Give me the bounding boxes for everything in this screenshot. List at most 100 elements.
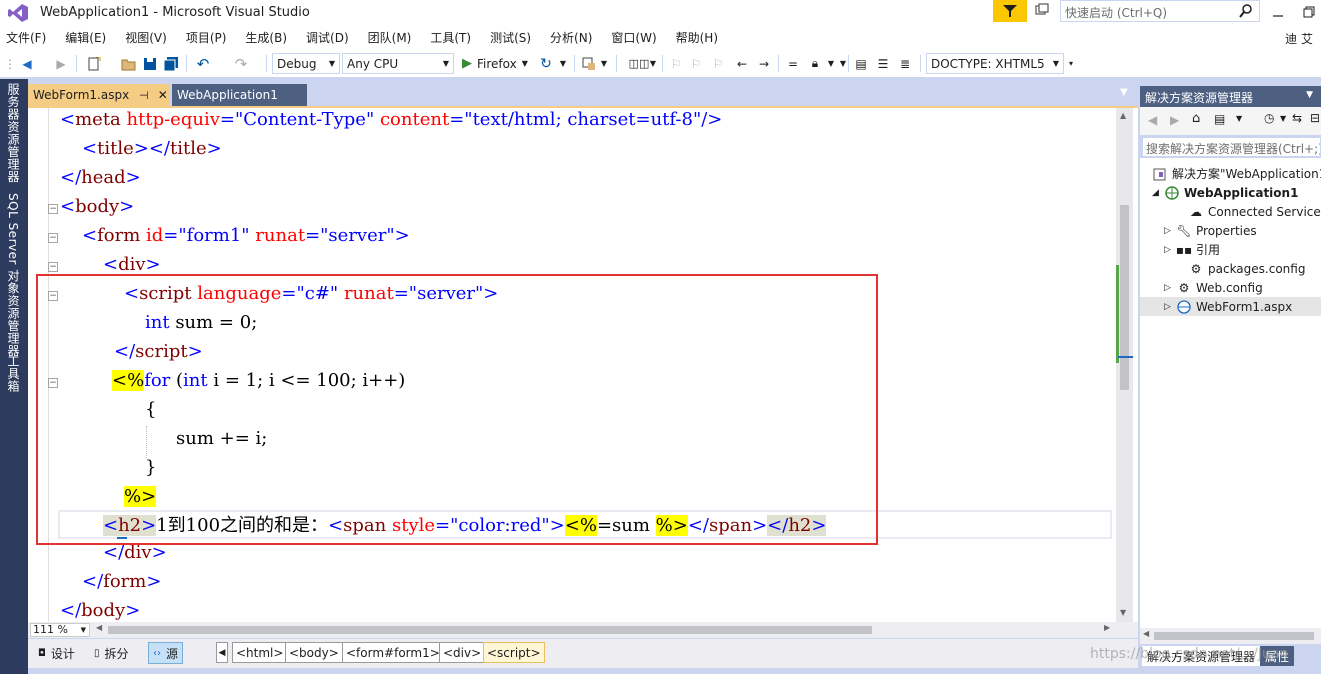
scrollbar-thumb[interactable] [1120, 205, 1129, 390]
menu-analyze[interactable]: 分析(N) [550, 29, 592, 46]
outline-icon[interactable]: ☰ [876, 54, 890, 73]
menu-test[interactable]: 测试(S) [490, 29, 531, 46]
save-icon[interactable] [142, 54, 158, 73]
server-explorer-tab[interactable]: 服务器资源管理器 [5, 83, 22, 183]
expanded-arrow-icon[interactable]: ◢ [1152, 188, 1164, 198]
refresh-icon[interactable]: ↻ [538, 54, 554, 73]
minimize-icon[interactable] [1270, 4, 1286, 20]
tree-node-properties[interactable]: ▷ 🔧︎ Properties [1164, 221, 1257, 240]
scrollbar-thumb[interactable] [1154, 632, 1314, 640]
collapse-icon[interactable]: − [48, 262, 58, 272]
platform-dropdown[interactable]: Any CPU ▼ [342, 53, 454, 74]
solution-config-dropdown[interactable]: Debug ▼ [272, 53, 340, 74]
menu-edit[interactable]: 编辑(E) [65, 29, 106, 46]
tab-list-dropdown-icon[interactable]: ▼ [1120, 87, 1128, 98]
chevron-down-icon[interactable]: ▼ [598, 54, 610, 73]
tree-node-packages-config[interactable]: ⚙ packages.config [1176, 259, 1306, 278]
redo-icon[interactable]: ↷ [232, 54, 250, 73]
scroll-left-icon[interactable]: ◀ [1143, 629, 1149, 638]
tab-webapplication1[interactable]: WebApplication1 [172, 84, 307, 106]
bookmark-icon[interactable]: ⚐ [668, 54, 684, 73]
save-all-icon[interactable] [162, 54, 180, 73]
format-document-icon[interactable]: = [786, 54, 800, 73]
new-project-icon[interactable] [84, 54, 104, 73]
collapse-icon[interactable]: − [48, 204, 58, 214]
menu-window[interactable]: 窗口(W) [611, 29, 656, 46]
navigate-back-icon[interactable]: ← [734, 54, 750, 73]
page-icon[interactable]: ▤ [854, 54, 868, 73]
sql-server-explorer-tab[interactable]: SQL Server 对象资源管理器 [5, 193, 22, 357]
scroll-up-icon[interactable]: ▲ [1120, 111, 1126, 120]
breadcrumb-html[interactable]: <html> [232, 642, 288, 663]
notification-icon[interactable] [1034, 3, 1050, 19]
collapse-all-icon[interactable]: ⊟ [1310, 111, 1320, 125]
breadcrumb-div[interactable]: <div> [439, 642, 486, 663]
chevron-down-icon[interactable]: ▼ [1236, 114, 1242, 123]
breadcrumb-body[interactable]: <body> [285, 642, 343, 663]
open-file-icon[interactable] [120, 54, 138, 73]
back-icon[interactable]: ◀ [1148, 113, 1157, 127]
close-icon[interactable]: ✕ [158, 88, 168, 102]
collapsed-arrow-icon[interactable]: ▷ [1164, 283, 1176, 293]
home-icon[interactable]: ⌂ [1192, 111, 1200, 126]
bookmark-next-icon[interactable]: ⚐ [710, 54, 726, 73]
lock-icon[interactable]: 🔒︎ [808, 54, 822, 73]
design-view-button[interactable]: ◘ 设计 [34, 642, 79, 664]
tree-node-web-config[interactable]: ▷ ⚙ Web.config [1164, 278, 1263, 297]
editor-vertical-scrollbar[interactable]: ▲ ▼ [1116, 108, 1133, 622]
menu-view[interactable]: 视图(V) [125, 29, 167, 46]
scroll-left-icon[interactable]: ◀ [96, 623, 102, 632]
zoom-dropdown[interactable]: 111 % ▼ [30, 623, 90, 637]
tree-node-webform1[interactable]: ▷ WebForm1.aspx [1140, 297, 1321, 316]
chevron-down-icon[interactable]: ▼ [1280, 114, 1286, 123]
collapsed-arrow-icon[interactable]: ▷ [1164, 302, 1176, 312]
undo-icon[interactable]: ↶ [192, 54, 214, 73]
horizontal-scrollbar-thumb[interactable] [108, 626, 872, 634]
pending-changes-icon[interactable]: ◷ [1264, 111, 1274, 125]
menu-team[interactable]: 团队(M) [368, 29, 412, 46]
chevron-down-icon[interactable]: ▼ [558, 54, 568, 73]
doctype-dropdown[interactable]: DOCTYPE: XHTML5 ▼ [926, 53, 1064, 74]
breadcrumb-form[interactable]: <form#form1> [342, 642, 444, 663]
scroll-down-icon[interactable]: ▼ [1120, 608, 1126, 617]
tree-node-project[interactable]: ◢ WebApplication1 [1152, 183, 1298, 202]
forward-icon[interactable]: ▶ [52, 54, 70, 73]
toolbox-tab[interactable]: 工具箱 [5, 355, 22, 393]
user-account[interactable]: 迪 艾 [1285, 30, 1313, 47]
collapsed-arrow-icon[interactable]: ▷ [1164, 226, 1176, 236]
menu-project[interactable]: 项目(P) [186, 29, 227, 46]
tree-node-connected-services[interactable]: ☁ Connected Services [1176, 202, 1321, 221]
chevron-down-icon[interactable]: ▼ [826, 54, 836, 73]
source-view-button[interactable]: ‹› 源 [148, 642, 184, 664]
menu-tools[interactable]: 工具(T) [430, 29, 471, 46]
feedback-filter-button[interactable] [993, 0, 1027, 22]
solution-horizontal-scrollbar[interactable]: ◀ [1140, 628, 1321, 644]
tree-node-solution[interactable]: 解决方案"WebApplication1" [1152, 164, 1321, 183]
toolbar-overflow-icon[interactable]: ▾ [1066, 54, 1076, 73]
menu-file[interactable]: 文件(F) [6, 29, 46, 46]
split-view-button[interactable]: ▯ 拆分 [90, 642, 133, 664]
scroll-right-icon[interactable]: ▶ [1104, 623, 1110, 632]
menu-build[interactable]: 生成(B) [245, 29, 287, 46]
collapse-icon[interactable]: − [48, 233, 58, 243]
menu-help[interactable]: 帮助(H) [676, 29, 718, 46]
quick-launch-input[interactable]: 快速启动 (Ctrl+Q) [1060, 0, 1260, 22]
tree-node-references[interactable]: ▷ ▪▪ 引用 [1164, 240, 1220, 259]
forward-icon[interactable]: ▶ [1170, 113, 1179, 127]
refresh-icon[interactable]: ⇆ [1292, 111, 1302, 125]
chevron-down-icon[interactable]: ▼ [648, 54, 658, 73]
bookmark-prev-icon[interactable]: ⚐ [688, 54, 704, 73]
breadcrumb-back-icon[interactable]: ◀ [216, 642, 228, 663]
restore-icon[interactable] [1301, 4, 1317, 20]
navigate-forward-icon[interactable]: → [756, 54, 772, 73]
browser-link-icon[interactable] [580, 54, 598, 73]
tab-webform1[interactable]: WebForm1.aspx ⊣ ✕ [28, 84, 170, 106]
list-icon[interactable]: ≣ [898, 54, 912, 73]
menu-debug[interactable]: 调试(D) [306, 29, 349, 46]
chevron-down-icon[interactable]: ▼ [838, 54, 848, 73]
solution-search-input[interactable]: 搜索解决方案资源管理器(Ctrl+;) [1142, 137, 1321, 157]
chevron-down-icon[interactable]: ▼ [1306, 90, 1313, 100]
sync-icon[interactable]: ▤ [1214, 112, 1225, 126]
breadcrumb-script[interactable]: <script> [483, 642, 545, 663]
pin-icon[interactable]: ⊣ [139, 89, 149, 102]
